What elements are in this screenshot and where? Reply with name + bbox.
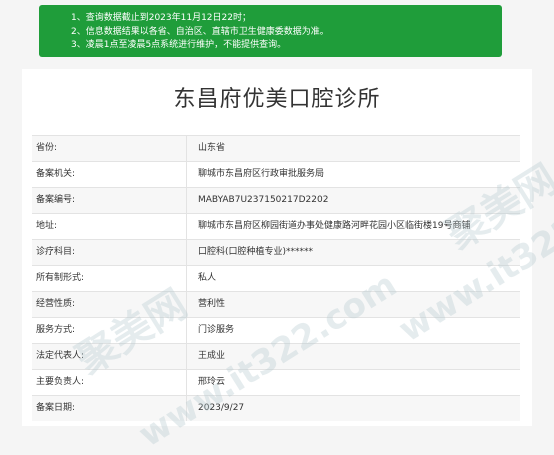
- page-title: 东昌府优美口腔诊所: [173, 87, 381, 112]
- notice-line-3: 3、凌晨1点至凌晨5点系统进行维护，不能提供查询。: [71, 40, 287, 50]
- table-row: 诊疗科目: 口腔科(口腔种植专业)******: [32, 239, 520, 265]
- notice-line-2: 2、信息数据结果以各省、自治区、直辖市卫生健康委数据为准。: [71, 26, 329, 37]
- field-value: 私人: [198, 273, 217, 283]
- field-label: 主要负责人:: [36, 377, 85, 387]
- table-row: 所有制形式: 私人: [32, 265, 520, 291]
- field-label: 经营性质:: [36, 299, 76, 309]
- field-label: 备案编号:: [36, 195, 76, 205]
- field-value: 2023/9/27: [198, 403, 245, 413]
- field-value: 营利性: [198, 299, 226, 309]
- field-label: 备案机关:: [36, 169, 76, 179]
- table-row: 主要负责人: 邢玲云: [32, 369, 520, 395]
- table-row: 服务方式: 门诊服务: [32, 317, 520, 343]
- field-value: MABYAB7U237150217D2202: [198, 195, 329, 205]
- notice-line-1: 1、查询数据截止到2023年11月12日22时；: [71, 13, 251, 23]
- field-value: 聊城市东昌府区行政审批服务局: [198, 169, 325, 179]
- field-value: 聊城市东昌府区柳园街道办事处健康路河畔花园小区临街楼19号商铺: [198, 221, 471, 231]
- field-label: 省份:: [36, 143, 58, 153]
- table-row: 省份: 山东省: [32, 135, 520, 161]
- record-table: 省份: 山东省 备案机关: 聊城市东昌府区行政审批服务局 备案编号: MABYAB7U…: [32, 135, 520, 421]
- table-row: 备案机关: 聊城市东昌府区行政审批服务局: [32, 161, 520, 187]
- field-label: 所有制形式:: [36, 273, 85, 283]
- field-label: 法定代表人:: [36, 351, 85, 361]
- field-label: 服务方式:: [36, 325, 76, 335]
- record-card: 东昌府优美口腔诊所 省份: 山东省 备案机关: 聊城市东昌府区行政审批服务局 备案编…: [22, 69, 532, 426]
- field-label: 地址:: [36, 221, 58, 231]
- field-value: 王成业: [198, 351, 226, 361]
- field-value: 邢玲云: [198, 377, 226, 387]
- field-label: 备案日期:: [36, 403, 76, 413]
- field-value: 山东省: [198, 143, 226, 153]
- table-row: 经营性质: 营利性: [32, 291, 520, 317]
- table-row: 备案日期: 2023/9/27: [32, 395, 520, 421]
- table-row: 地址: 聊城市东昌府区柳园街道办事处健康路河畔花园小区临街楼19号商铺: [32, 213, 520, 239]
- field-value: 口腔科(口腔种植专业)******: [198, 247, 314, 257]
- table-row: 备案编号: MABYAB7U237150217D2202: [32, 187, 520, 213]
- field-value: 门诊服务: [198, 325, 235, 335]
- notice-banner: 1、查询数据截止到2023年11月12日22时； 2、信息数据结果以各省、自治区…: [39, 5, 502, 57]
- field-label: 诊疗科目:: [36, 247, 76, 257]
- table-row: 法定代表人: 王成业: [32, 343, 520, 369]
